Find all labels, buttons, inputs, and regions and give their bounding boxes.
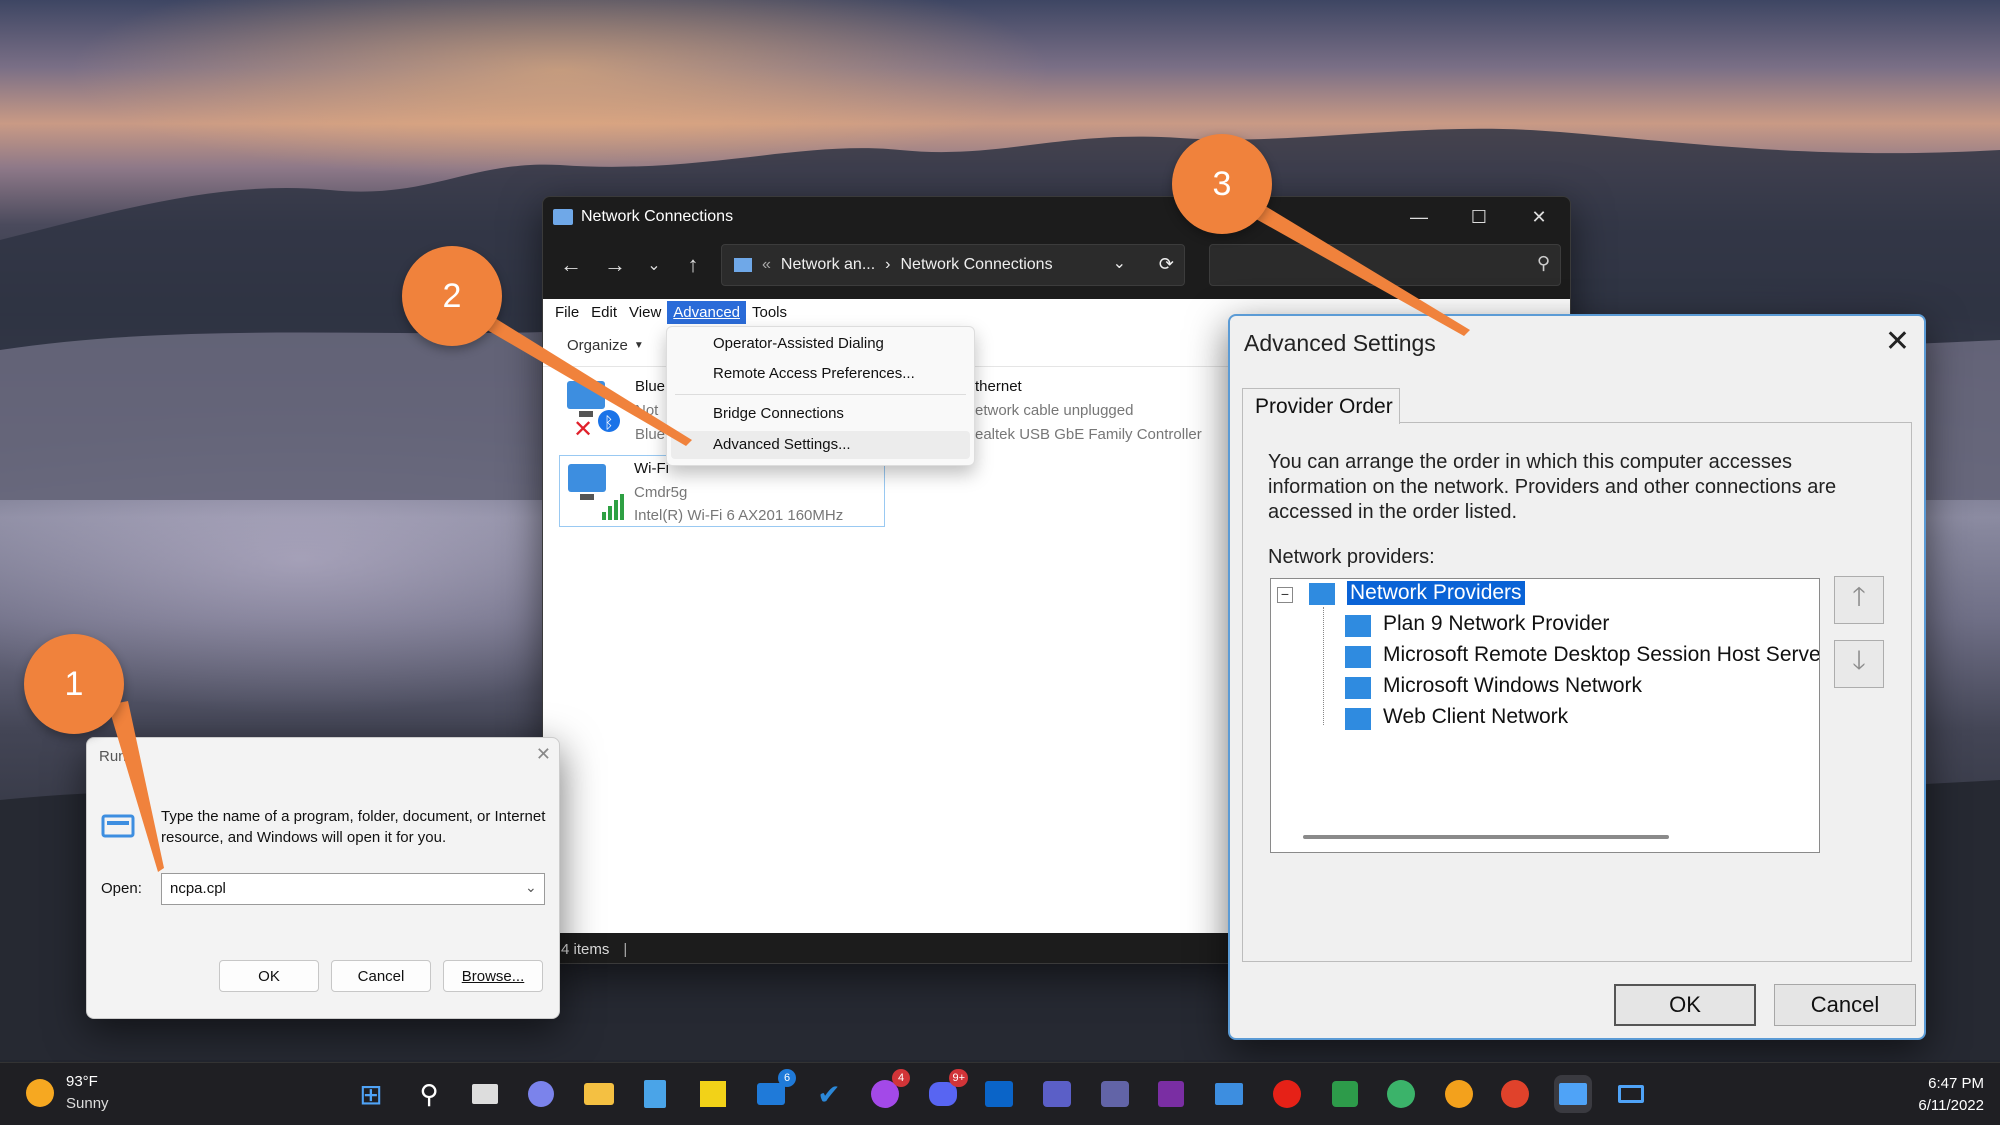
messenger-badge: 4 xyxy=(892,1069,910,1087)
weather-sun-icon[interactable] xyxy=(26,1079,54,1107)
firefox-icon[interactable] xyxy=(1496,1075,1534,1113)
clock-time[interactable]: 6:47 PM xyxy=(1900,1075,1984,1092)
control-panel-icon[interactable] xyxy=(1554,1075,1592,1113)
file-explorer-icon[interactable] xyxy=(580,1075,618,1113)
task-view-icon[interactable] xyxy=(466,1075,504,1113)
weather-temp[interactable]: 93°F xyxy=(66,1073,98,1090)
weather-condition[interactable]: Sunny xyxy=(66,1095,109,1112)
onenote-icon[interactable] xyxy=(1152,1075,1190,1113)
tab-provider-order[interactable]: Provider Order xyxy=(1242,388,1400,424)
start-windows-icon[interactable]: ⊞ xyxy=(352,1075,390,1113)
discord-badge: 9+ xyxy=(949,1069,968,1087)
run-taskbar-icon[interactable] xyxy=(1612,1075,1650,1113)
discord-icon[interactable]: 9+ xyxy=(924,1069,968,1113)
taskbar: 93°F Sunny ⊞ ⚲ 6 ✔ 4 9+ 6:47 PM 6/11/202… xyxy=(0,1062,2000,1125)
clock-date[interactable]: 6/11/2022 xyxy=(1890,1097,1984,1114)
youtube-music-icon[interactable] xyxy=(1268,1075,1306,1113)
sk-app-icon[interactable] xyxy=(1326,1075,1364,1113)
network-connections-taskbar-icon[interactable] xyxy=(1210,1075,1248,1113)
callout-arrows xyxy=(108,198,1470,872)
edge-canary-icon[interactable] xyxy=(1440,1075,1478,1113)
edge-dev-icon[interactable] xyxy=(1382,1075,1420,1113)
callout-2: 2 xyxy=(402,246,502,346)
teams-icon[interactable] xyxy=(1038,1075,1076,1113)
chat-icon[interactable] xyxy=(522,1075,560,1113)
mail-icon[interactable]: 6 xyxy=(752,1069,796,1113)
outlook-icon[interactable] xyxy=(980,1075,1018,1113)
sticky-notes-icon[interactable] xyxy=(694,1075,732,1113)
callout-3: 3 xyxy=(1172,134,1272,234)
messenger-icon[interactable]: 4 xyxy=(866,1069,910,1113)
teams-work-icon[interactable] xyxy=(1096,1075,1134,1113)
mail-badge: 6 xyxy=(778,1069,796,1087)
notepad-icon[interactable] xyxy=(636,1075,674,1113)
search-icon[interactable]: ⚲ xyxy=(410,1075,448,1113)
todo-check-icon[interactable]: ✔ xyxy=(810,1075,848,1113)
callout-1: 1 xyxy=(24,634,124,734)
